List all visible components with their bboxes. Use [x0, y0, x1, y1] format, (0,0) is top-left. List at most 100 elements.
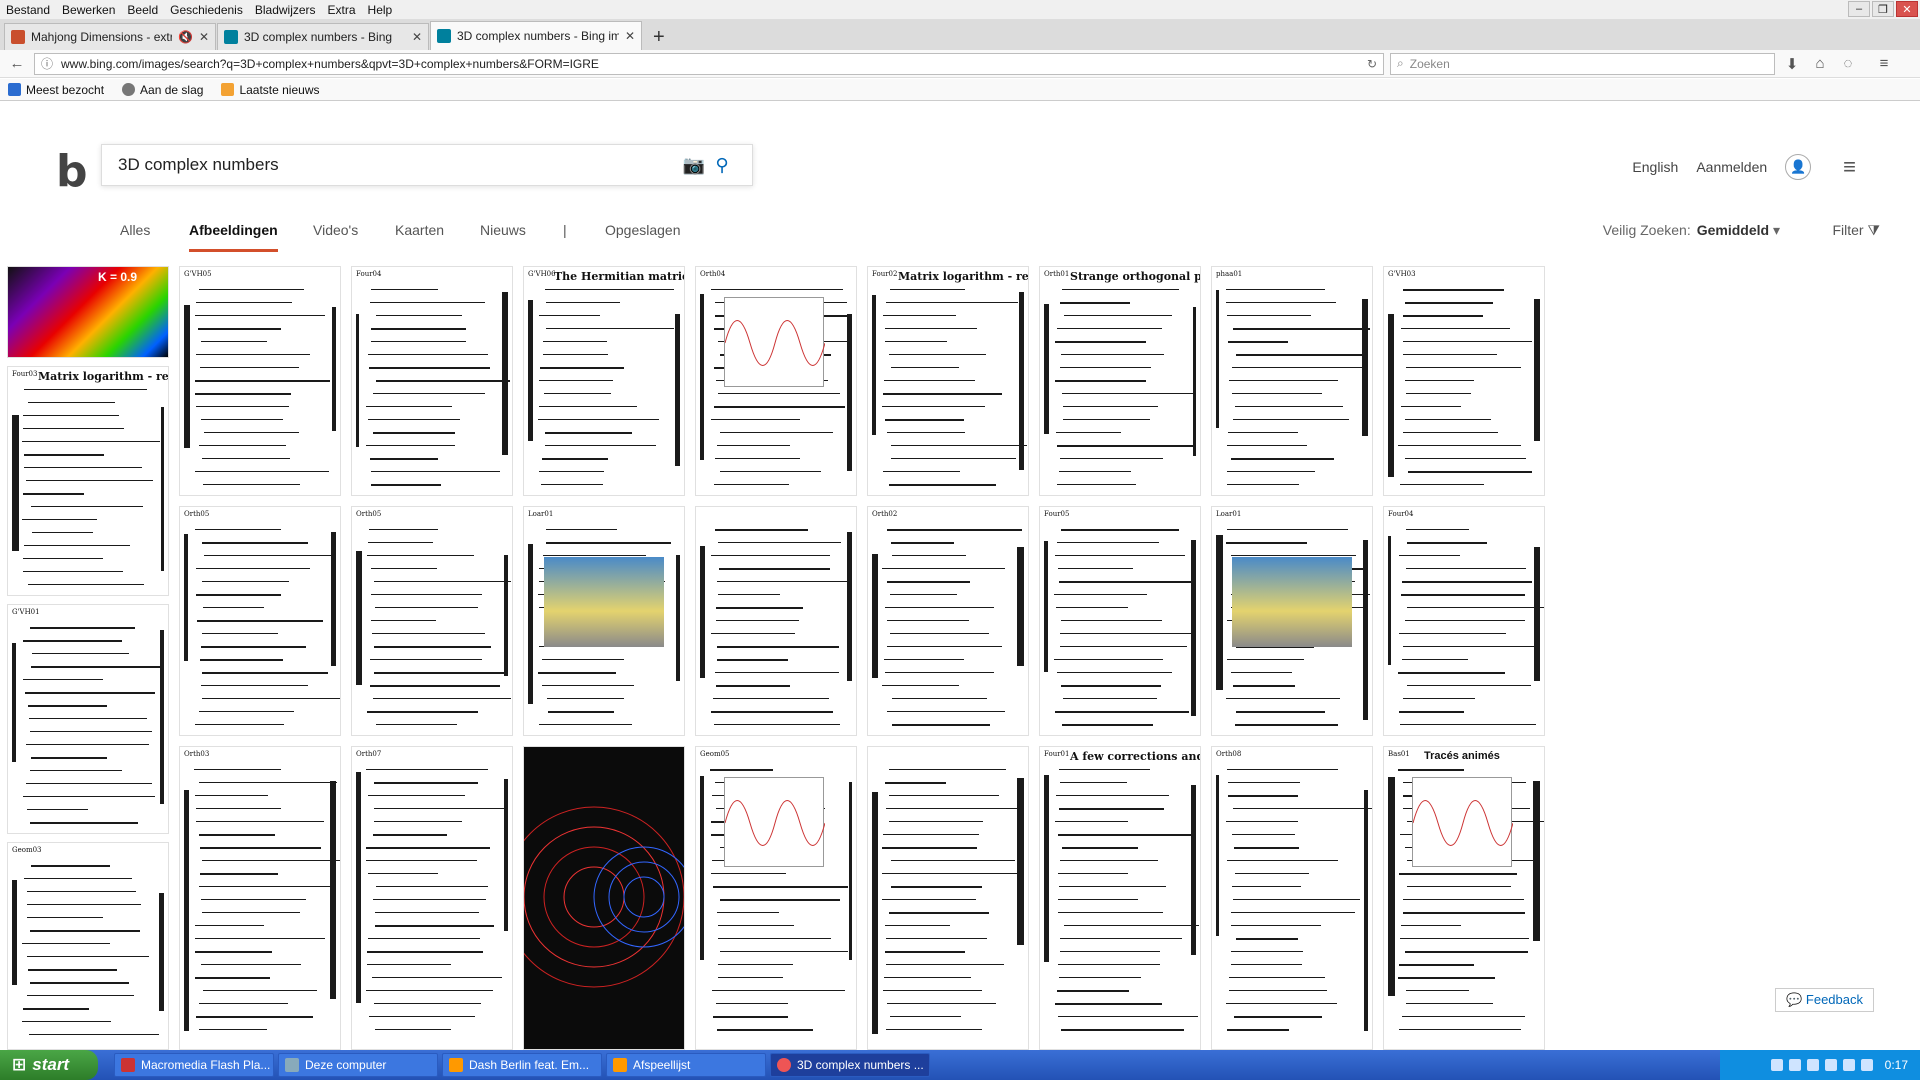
- image-result-thumbnail[interactable]: phaa01: [1211, 266, 1373, 496]
- image-result-thumbnail[interactable]: Four04: [351, 266, 513, 496]
- image-result-thumbnail[interactable]: G'VH01: [7, 604, 169, 834]
- tab-bing-images[interactable]: 3D complex numbers - Bing im... ✕: [430, 21, 642, 50]
- scope-maps[interactable]: Kaarten: [395, 222, 444, 252]
- filter-button[interactable]: Filter ⧩: [1832, 222, 1880, 239]
- bing-search-box[interactable]: 3D complex numbers 📷 ⚲: [101, 144, 753, 186]
- tray-icon[interactable]: [1788, 1059, 1801, 1071]
- signin-link[interactable]: Aanmelden: [1696, 159, 1767, 175]
- tray-icon[interactable]: [1770, 1059, 1783, 1071]
- taskbar-item-playlist[interactable]: Afspeellijst: [606, 1053, 766, 1077]
- bookmark-latest-news[interactable]: Laatste nieuws: [221, 83, 320, 97]
- home-icon[interactable]: ⌂: [1809, 53, 1831, 75]
- language-link[interactable]: English: [1632, 159, 1678, 175]
- sync-icon[interactable]: ◌: [1837, 53, 1859, 75]
- menu-tools[interactable]: Extra: [322, 3, 362, 17]
- mute-icon[interactable]: 🔇: [178, 30, 193, 44]
- tray-icon[interactable]: [1806, 1059, 1819, 1071]
- safe-search[interactable]: Veilig Zoeken: Gemiddeld ▾: [1603, 222, 1780, 239]
- text-line: [1055, 555, 1185, 556]
- image-result-thumbnail[interactable]: K = 0.9: [7, 266, 169, 358]
- thumbnail-code-label: Four02: [872, 270, 898, 278]
- minimize-icon[interactable]: –: [1848, 1, 1870, 17]
- image-result-thumbnail[interactable]: [695, 506, 857, 736]
- close-tab-icon[interactable]: ✕: [199, 30, 209, 44]
- feedback-button[interactable]: 💬 Feedback: [1775, 988, 1874, 1012]
- address-bar[interactable]: ⓘ www.bing.com/images/search?q=3D+comple…: [34, 52, 1384, 75]
- reload-icon[interactable]: ↻: [1367, 57, 1377, 71]
- search-icon[interactable]: ⚲: [708, 151, 736, 179]
- image-result-thumbnail[interactable]: Loar01: [523, 506, 685, 736]
- image-result-thumbnail[interactable]: Orth05: [179, 506, 341, 736]
- avatar-icon[interactable]: 👤: [1785, 154, 1812, 180]
- taskbar-item-music[interactable]: Dash Berlin feat. Em...: [442, 1053, 602, 1077]
- image-result-thumbnail[interactable]: Orth08: [1211, 746, 1373, 1050]
- browser-search-box[interactable]: ⌕ Zoeken: [1390, 52, 1775, 75]
- menu-help[interactable]: Help: [362, 3, 399, 17]
- tab-mahjong[interactable]: Mahjong Dimensions - extr... 🔇 ✕: [4, 23, 216, 50]
- text-line: [1404, 302, 1494, 304]
- image-result-thumbnail[interactable]: Orth07: [351, 746, 513, 1050]
- margin-bar: [1018, 291, 1024, 471]
- image-result-thumbnail[interactable]: Orth05: [351, 506, 513, 736]
- download-icon[interactable]: ⬇: [1781, 53, 1803, 75]
- start-button[interactable]: ⊞ start: [0, 1050, 98, 1080]
- text-line: [25, 480, 154, 481]
- tray-icon[interactable]: [1842, 1059, 1855, 1071]
- image-result-thumbnail[interactable]: Four01A few corrections and addenda.: [1039, 746, 1201, 1050]
- bookmark-getting-started[interactable]: Aan de slag: [122, 83, 203, 97]
- image-result-thumbnail[interactable]: Loar01: [1211, 506, 1373, 736]
- menu-history[interactable]: Geschiedenis: [164, 3, 249, 17]
- text-line: [372, 977, 502, 978]
- back-icon[interactable]: ←: [6, 53, 28, 75]
- image-result-thumbnail[interactable]: Four03Matrix logarithm - results: [7, 366, 169, 596]
- image-result-thumbnail[interactable]: Orth03: [179, 746, 341, 1050]
- tab-bing-search[interactable]: 3D complex numbers - Bing ✕: [217, 23, 429, 50]
- tray-icon[interactable]: [1824, 1059, 1837, 1071]
- image-result-thumbnail[interactable]: Orth02: [867, 506, 1029, 736]
- image-result-thumbnail[interactable]: [523, 746, 685, 1050]
- scope-saved[interactable]: Opgeslagen: [605, 222, 681, 252]
- image-result-thumbnail[interactable]: Geom05: [695, 746, 857, 1050]
- image-result-thumbnail[interactable]: Geom03: [7, 842, 169, 1050]
- menu-icon[interactable]: ≡: [1873, 53, 1895, 75]
- scope-videos[interactable]: Video's: [313, 222, 358, 252]
- taskbar-item-flash[interactable]: Macromedia Flash Pla...: [114, 1053, 274, 1077]
- maximize-icon[interactable]: ❐: [1872, 1, 1894, 17]
- image-result-thumbnail[interactable]: Four02Matrix logarithm - results: [867, 266, 1029, 496]
- image-result-thumbnail[interactable]: Four05: [1039, 506, 1201, 736]
- scope-news[interactable]: Nieuws: [480, 222, 526, 252]
- text-line: [889, 633, 990, 634]
- menu-edit[interactable]: Bewerken: [56, 3, 121, 17]
- image-result-thumbnail[interactable]: G'VH06The Hermitian matrices according t…: [523, 266, 685, 496]
- tray-icon[interactable]: [1860, 1059, 1873, 1071]
- close-tab-icon[interactable]: ✕: [625, 29, 635, 43]
- text-line: [22, 519, 97, 520]
- image-result-thumbnail[interactable]: Orth01Strange orthogonal properties: [1039, 266, 1201, 496]
- image-result-thumbnail[interactable]: Four04: [1383, 506, 1545, 736]
- menu-view[interactable]: Beeld: [121, 3, 164, 17]
- image-result-thumbnail[interactable]: Orth04: [695, 266, 857, 496]
- text-line: [716, 659, 788, 661]
- close-window-icon[interactable]: ✕: [1896, 1, 1918, 17]
- scope-all[interactable]: Alles: [120, 222, 150, 252]
- text-line: [718, 964, 793, 965]
- margin-bar: [159, 630, 164, 804]
- taskbar-item-computer[interactable]: Deze computer: [278, 1053, 438, 1077]
- hamburger-menu-icon[interactable]: ≡: [1843, 154, 1856, 180]
- close-tab-icon[interactable]: ✕: [412, 30, 422, 44]
- bookmark-most-visited[interactable]: Meest bezocht: [8, 83, 104, 97]
- image-result-thumbnail[interactable]: G'VH05: [179, 266, 341, 496]
- new-tab-button[interactable]: +: [643, 24, 675, 50]
- image-result-thumbnail[interactable]: Bas01 Tracés animés: [1383, 746, 1545, 1050]
- taskbar-item-firefox[interactable]: 3D complex numbers ...: [770, 1053, 930, 1077]
- info-icon[interactable]: ⓘ: [41, 55, 53, 72]
- menu-file[interactable]: Bestand: [0, 3, 56, 17]
- search-query[interactable]: 3D complex numbers: [118, 155, 680, 175]
- camera-icon[interactable]: 📷: [680, 151, 708, 179]
- menu-bookmarks[interactable]: Bladwijzers: [249, 3, 322, 17]
- image-result-thumbnail[interactable]: G'VH03: [1383, 266, 1545, 496]
- thumbnail-code-label: Orth08: [1216, 750, 1242, 758]
- bing-logo[interactable]: b: [56, 146, 88, 197]
- image-result-thumbnail[interactable]: [867, 746, 1029, 1050]
- scope-images[interactable]: Afbeeldingen: [189, 222, 278, 252]
